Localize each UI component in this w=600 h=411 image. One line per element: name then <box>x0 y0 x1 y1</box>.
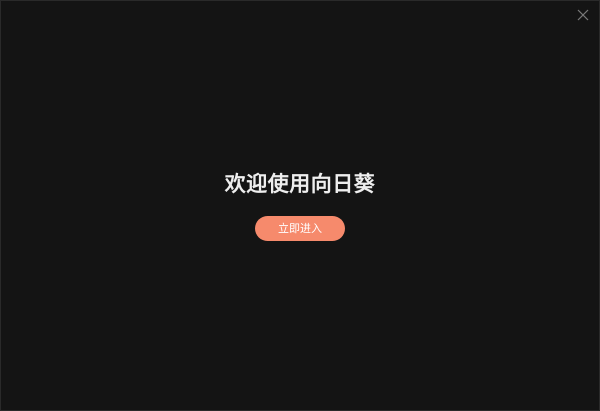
welcome-window: 欢迎使用向日葵 立即进入 <box>0 0 600 411</box>
close-button[interactable] <box>575 7 591 23</box>
welcome-panel: 欢迎使用向日葵 立即进入 <box>1 169 599 241</box>
close-icon <box>577 9 589 21</box>
enter-now-button[interactable]: 立即进入 <box>255 216 345 241</box>
welcome-title: 欢迎使用向日葵 <box>224 172 376 196</box>
